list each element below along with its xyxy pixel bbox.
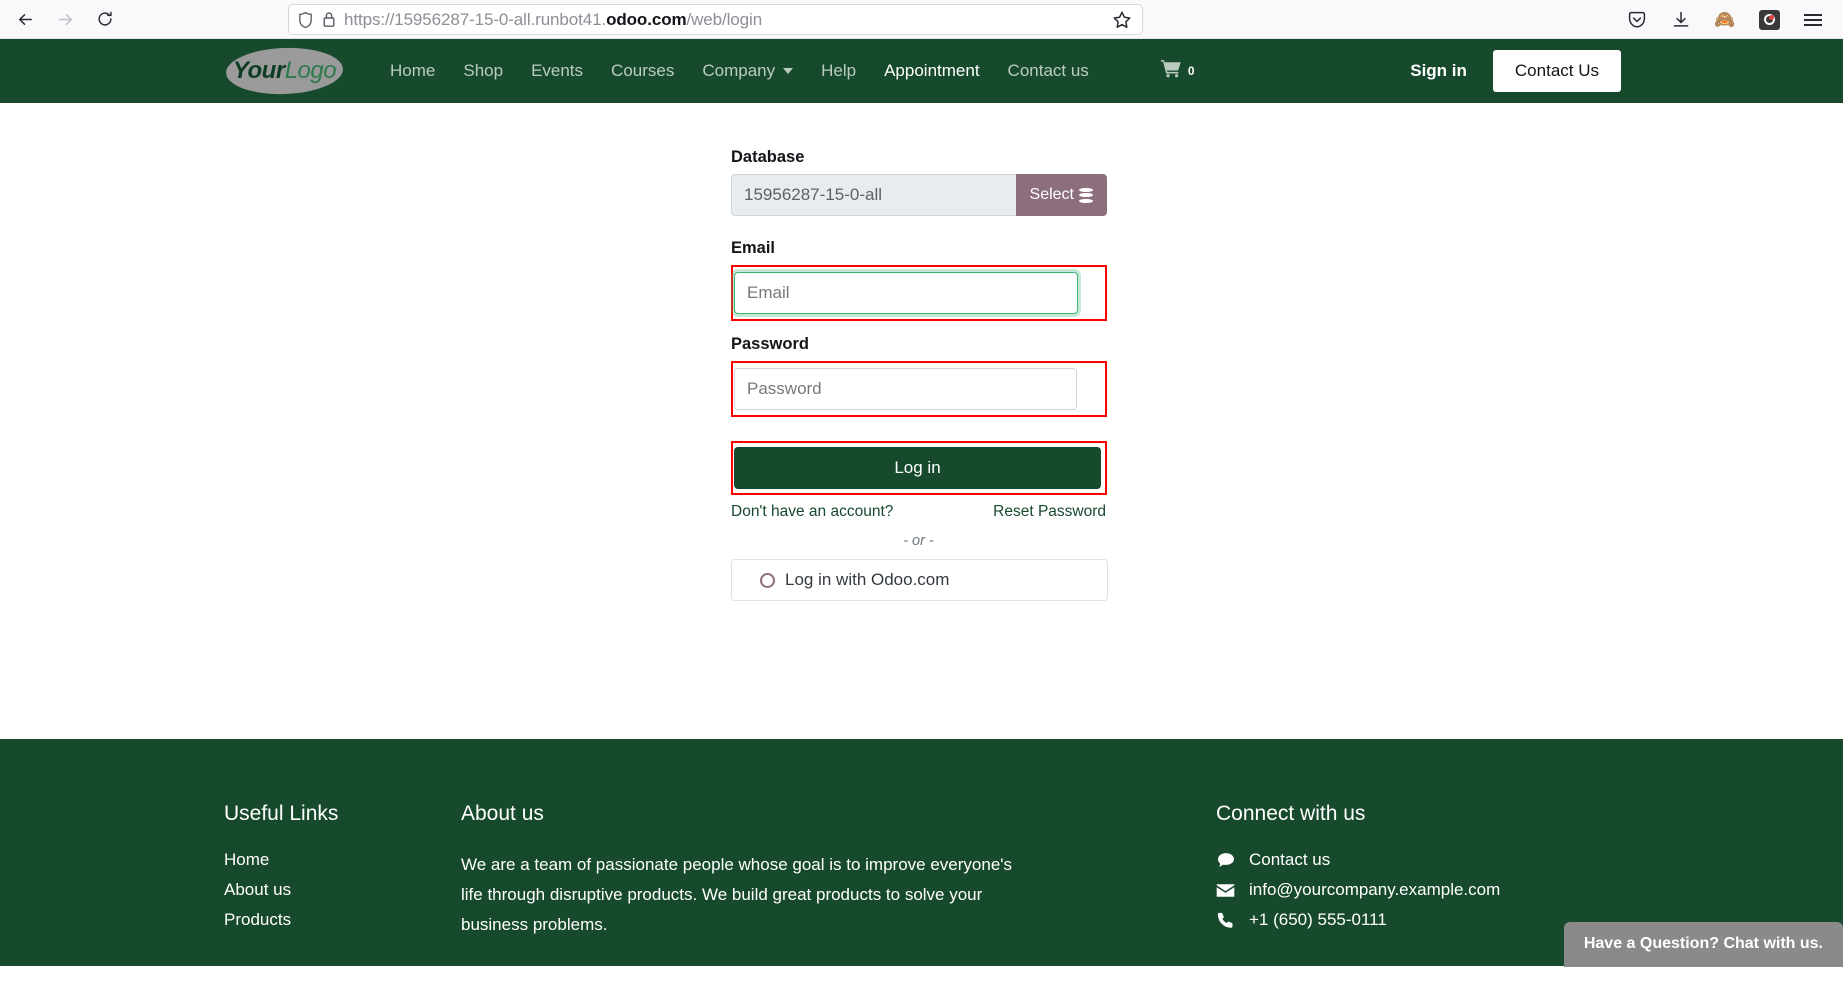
login-button-highlight-box: Log in <box>731 441 1107 495</box>
footer-phone-link[interactable]: +1 (650) 555-0111 <box>1216 910 1500 930</box>
shield-icon[interactable] <box>297 11 314 29</box>
password-highlight-box <box>731 361 1107 417</box>
connect-with-us-title: Connect with us <box>1216 802 1500 826</box>
hamburger-menu-icon[interactable] <box>1801 8 1825 32</box>
header-right-actions: Sign in Contact Us <box>1384 50 1621 92</box>
main-navigation: Home Shop Events Courses Company Help Ap… <box>376 51 1209 91</box>
sign-in-link[interactable]: Sign in <box>1384 53 1493 89</box>
forward-arrow-icon <box>56 10 75 29</box>
log-in-button[interactable]: Log in <box>734 447 1101 489</box>
bookmark-star-icon[interactable] <box>1112 10 1134 30</box>
nav-label: Company <box>702 61 775 81</box>
password-label: Password <box>731 335 1107 354</box>
nav-label: Home <box>390 61 435 81</box>
database-stack-icon <box>1079 188 1093 203</box>
footer-email-label: info@yourcompany.example.com <box>1249 880 1500 900</box>
hamburger-lines <box>1804 14 1822 26</box>
camera-body <box>1759 10 1780 30</box>
footer-link-about-us[interactable]: About us <box>224 880 461 900</box>
back-arrow-icon <box>16 10 35 29</box>
footer-link-home[interactable]: Home <box>224 850 461 870</box>
monkey-extension-icon[interactable]: 🙈 <box>1713 8 1737 32</box>
email-label: Email <box>731 239 1107 258</box>
useful-links-title: Useful Links <box>224 802 461 826</box>
browser-extensions-area: 🙈 <box>1625 0 1833 39</box>
contact-us-button[interactable]: Contact Us <box>1493 50 1621 92</box>
nav-label: Courses <box>611 61 674 81</box>
password-input[interactable] <box>734 368 1077 410</box>
browser-toolbar: https://15956287-15-0-all.runbot41.odoo.… <box>0 0 1843 39</box>
screenshot-camera-icon[interactable] <box>1757 8 1781 32</box>
nav-item-contact-us[interactable]: Contact us <box>994 53 1103 89</box>
cart-link[interactable]: 0 <box>1147 51 1209 91</box>
about-us-title: About us <box>461 802 1068 826</box>
logo-text-part1: Your <box>233 57 285 84</box>
site-logo[interactable]: YourLogo <box>224 46 345 96</box>
pocket-icon[interactable] <box>1625 8 1649 32</box>
url-text: https://15956287-15-0-all.runbot41.odoo.… <box>344 10 1104 30</box>
shopping-cart-icon <box>1161 59 1182 83</box>
nav-item-home[interactable]: Home <box>376 53 449 89</box>
nav-label: Help <box>821 61 856 81</box>
live-chat-button[interactable]: Have a Question? Chat with us. <box>1564 922 1843 967</box>
log-in-with-odoo-button[interactable]: Log in with Odoo.com <box>731 559 1108 601</box>
footer-email-link[interactable]: info@yourcompany.example.com <box>1216 880 1500 900</box>
reload-button[interactable] <box>88 4 122 34</box>
database-field-row: Select <box>731 174 1107 216</box>
phone-icon <box>1216 912 1235 929</box>
reload-icon <box>96 10 114 28</box>
no-account-link[interactable]: Don't have an account? <box>731 503 893 521</box>
nav-item-help[interactable]: Help <box>807 53 870 89</box>
nav-label: Appointment <box>884 61 979 81</box>
back-button[interactable] <box>8 4 42 34</box>
chevron-down-icon <box>783 68 793 74</box>
odoo-circle-icon <box>760 573 775 588</box>
nav-item-courses[interactable]: Courses <box>597 53 688 89</box>
comment-bubble-icon <box>1216 852 1235 869</box>
email-input[interactable] <box>734 272 1078 314</box>
login-page-main: Database Select Email Password Log in Do… <box>0 103 1843 739</box>
footer-contact-us-link[interactable]: Contact us <box>1216 850 1500 870</box>
footer-columns: Useful Links Home About us Products Abou… <box>0 739 1843 940</box>
download-icon[interactable] <box>1669 8 1693 32</box>
cart-count-badge: 0 <box>1188 65 1195 77</box>
envelope-icon <box>1216 883 1235 898</box>
login-helper-links: Don't have an account? Reset Password <box>731 503 1107 521</box>
nav-label: Contact us <box>1008 61 1089 81</box>
database-input[interactable] <box>731 174 1016 216</box>
email-highlight-box <box>731 265 1107 321</box>
site-footer: Useful Links Home About us Products Abou… <box>0 739 1843 966</box>
camera-lens <box>1764 14 1775 25</box>
about-us-text: We are a team of passionate people whose… <box>461 850 1013 940</box>
lock-icon[interactable] <box>322 11 336 28</box>
footer-phone-label: +1 (650) 555-0111 <box>1249 910 1387 930</box>
nav-item-company[interactable]: Company <box>688 53 807 89</box>
database-select-button[interactable]: Select <box>1016 174 1107 216</box>
nav-label: Events <box>531 61 583 81</box>
database-label: Database <box>731 148 1107 167</box>
browser-nav-buttons <box>0 4 122 34</box>
nav-item-shop[interactable]: Shop <box>449 53 517 89</box>
address-bar[interactable]: https://15956287-15-0-all.runbot41.odoo.… <box>288 4 1143 35</box>
database-select-label: Select <box>1030 186 1074 204</box>
logo-text: YourLogo <box>233 57 336 85</box>
footer-about-column: About us We are a team of passionate peo… <box>461 802 1068 940</box>
reset-password-link[interactable]: Reset Password <box>993 503 1106 521</box>
oauth-button-label: Log in with Odoo.com <box>785 570 949 590</box>
logo-text-part2: Logo <box>285 57 336 84</box>
or-separator: - or - <box>731 533 1107 549</box>
footer-link-products[interactable]: Products <box>224 910 461 930</box>
nav-item-events[interactable]: Events <box>517 53 597 89</box>
forward-button[interactable] <box>48 4 82 34</box>
footer-connect-column: Connect with us Contact us info@yourcomp… <box>1216 802 1500 940</box>
site-header: YourLogo Home Shop Events Courses Compan… <box>0 39 1843 103</box>
login-form: Database Select Email Password Log in Do… <box>731 148 1107 601</box>
nav-item-appointment[interactable]: Appointment <box>870 53 993 89</box>
footer-useful-links-column: Useful Links Home About us Products <box>224 802 461 940</box>
footer-contact-us-label: Contact us <box>1249 850 1330 870</box>
nav-label: Shop <box>463 61 503 81</box>
